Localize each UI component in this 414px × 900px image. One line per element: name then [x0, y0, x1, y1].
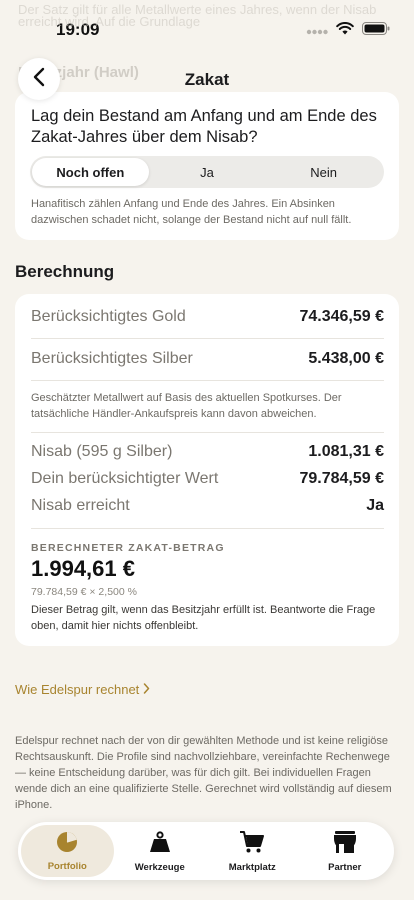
hawl-note: Hanafitisch zählen Anfang und Ende des J… [31, 198, 352, 226]
gold-value: 74.346,59 € [299, 308, 384, 325]
calculation-card: Berücksichtigtes Gold 74.346,59 € Berück… [15, 294, 399, 646]
chevron-right-icon [143, 682, 150, 697]
silver-label: Berücksichtigtes Silber [31, 350, 193, 367]
battery-icon [362, 22, 390, 40]
weight-icon [148, 830, 172, 859]
status-icons [306, 22, 390, 40]
hawl-question-card: Lag dein Bestand am Anfang und am Ende d… [15, 92, 399, 240]
zakat-amount: 1.994,61 € [31, 556, 135, 581]
zakat-note: Dieser Betrag gilt, wenn das Besitzjahr … [31, 604, 376, 632]
segment-noch-offen[interactable]: Noch offen [32, 158, 149, 186]
cart-icon [239, 830, 265, 859]
hawl-segmented-control: Noch offen Ja Nein [30, 156, 384, 188]
zakat-caption: BERECHNETER ZAKAT-BETRAG [31, 542, 225, 554]
divider [31, 432, 384, 433]
considered-value-row: Dein berücksichtigter Wert 79.784,59 € [31, 470, 384, 488]
tab-label: Partner [328, 861, 362, 873]
hawl-question: Lag dein Bestand am Anfang und am Ende d… [31, 107, 377, 146]
navigation-bar: Zakat [0, 56, 414, 102]
segment-nein[interactable]: Nein [265, 158, 382, 186]
wifi-icon [336, 22, 354, 40]
nisab-label: Nisab (595 g Silber) [31, 443, 173, 460]
divider [31, 528, 384, 529]
page-title: Zakat [184, 70, 230, 89]
metal-value-note: Geschätzter Metallwert auf Basis des akt… [31, 392, 342, 420]
zakat-formula: 79.784,59 € × 2,500 % [31, 586, 137, 598]
section-title-berechnung: Berechnung [15, 262, 115, 281]
nisab-reached-value: Ja [366, 497, 384, 514]
gold-row: Berücksichtigtes Gold 74.346,59 € [31, 308, 384, 326]
back-button[interactable] [18, 58, 60, 100]
tab-bar: Portfolio Werkzeuge Marktplatz Partner [18, 822, 394, 880]
tab-label: Portfolio [47, 860, 87, 872]
tab-label: Werkzeuge [134, 861, 185, 873]
tab-partner[interactable]: Partner [299, 825, 392, 877]
store-icon [332, 830, 358, 859]
how-edelspur-calculates-link[interactable]: Wie Edelspur rechnet [15, 682, 150, 697]
chevron-left-icon [33, 67, 45, 92]
silver-row: Berücksichtigtes Silber 5.438,00 € [31, 350, 384, 368]
divider [31, 380, 384, 381]
tab-portfolio[interactable]: Portfolio [21, 825, 114, 877]
nisab-reached-label: Nisab erreicht [31, 497, 130, 514]
background-hint-line: erreicht wird. Auf die Grundlage [18, 14, 201, 29]
gold-label: Berücksichtigtes Gold [31, 308, 186, 325]
tab-marktplatz[interactable]: Marktplatz [206, 825, 299, 877]
nisab-reached-row: Nisab erreicht Ja [31, 497, 384, 515]
tab-werkzeuge[interactable]: Werkzeuge [114, 825, 207, 877]
nisab-row: Nisab (595 g Silber) 1.081,31 € [31, 443, 384, 461]
disclaimer-text: Edelspur rechnet nach der von dir gewähl… [15, 735, 392, 811]
signal-dots-icon [306, 22, 328, 40]
divider [31, 338, 384, 339]
considered-value: 79.784,59 € [299, 470, 384, 487]
segment-ja[interactable]: Ja [149, 158, 266, 186]
considered-value-label: Dein berücksichtigter Wert [31, 470, 219, 487]
nisab-value: 1.081,31 € [308, 443, 384, 460]
tab-label: Marktplatz [228, 861, 276, 873]
silver-value: 5.438,00 € [308, 350, 384, 367]
link-label: Wie Edelspur rechnet [15, 682, 140, 697]
pie-chart-icon [56, 831, 78, 858]
